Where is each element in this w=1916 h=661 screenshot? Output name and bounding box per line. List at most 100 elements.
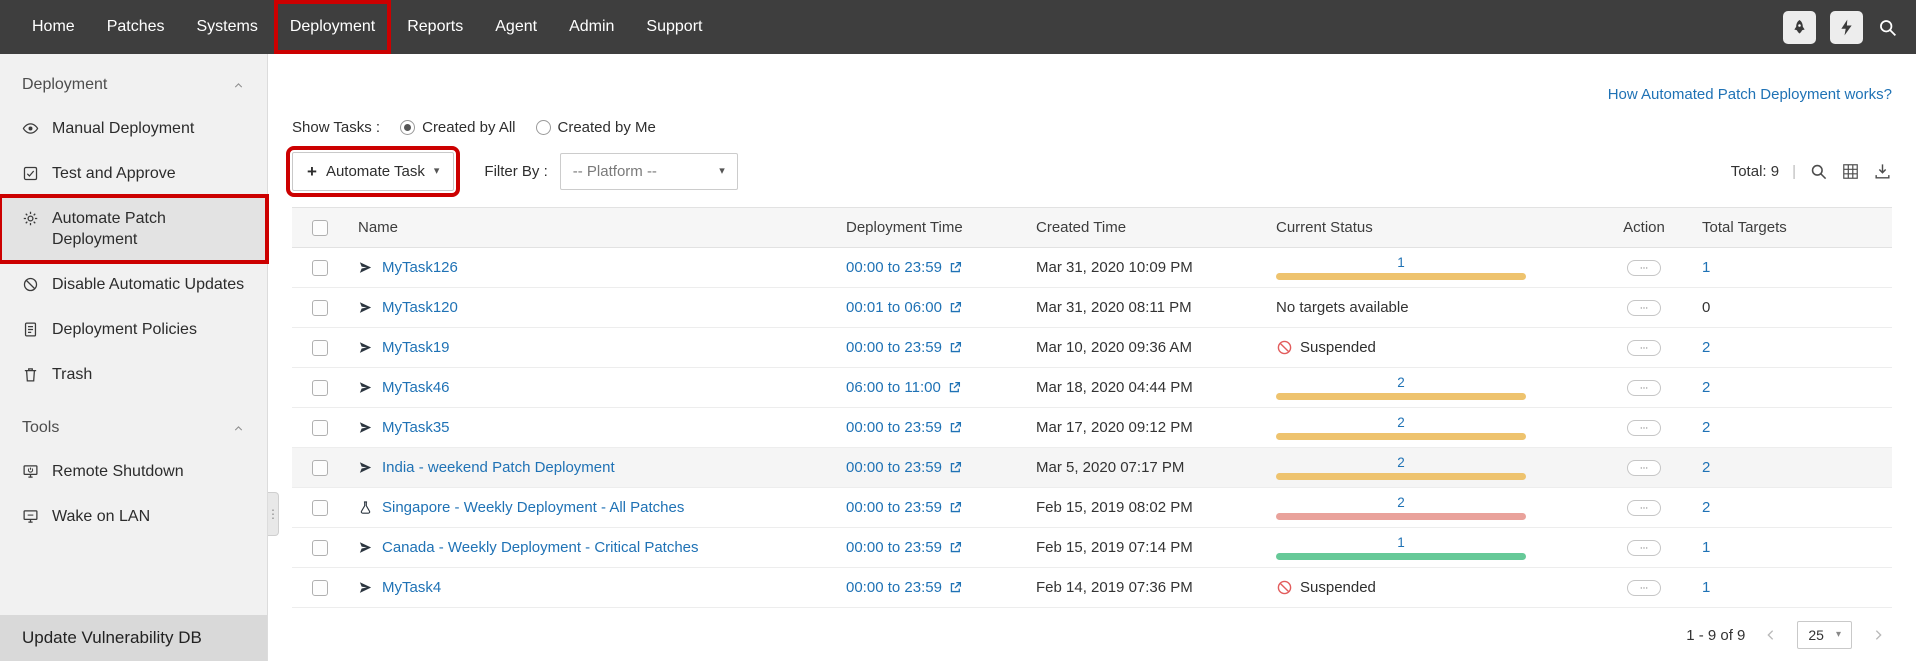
column-header-current-status[interactable]: Current Status xyxy=(1268,219,1604,236)
row-checkbox[interactable] xyxy=(312,380,328,396)
row-checkbox[interactable] xyxy=(312,260,328,276)
row-actions-button[interactable] xyxy=(1627,260,1661,276)
row-checkbox[interactable] xyxy=(312,580,328,596)
sidebar-item-wake-on-lan[interactable]: Wake on LAN xyxy=(0,494,267,539)
status-progress-bar[interactable] xyxy=(1276,433,1526,440)
nav-item-agent[interactable]: Agent xyxy=(479,0,553,54)
nav-item-support[interactable]: Support xyxy=(630,0,718,54)
row-actions-button[interactable] xyxy=(1627,460,1661,476)
row-actions-button[interactable] xyxy=(1627,300,1661,316)
row-checkbox[interactable] xyxy=(312,540,328,556)
sidebar-item-trash[interactable]: Trash xyxy=(0,352,267,397)
total-targets-link[interactable]: 2 xyxy=(1702,499,1710,516)
row-checkbox[interactable] xyxy=(312,420,328,436)
total-targets-link[interactable]: 2 xyxy=(1702,339,1710,356)
deployment-time-link[interactable]: 00:00 to 23:59 xyxy=(846,499,942,516)
flash-button[interactable] xyxy=(1830,11,1863,44)
current-status-cell: 2 xyxy=(1268,375,1604,400)
task-name-link[interactable]: MyTask4 xyxy=(382,579,441,596)
row-actions-button[interactable] xyxy=(1627,580,1661,596)
task-name-link[interactable]: MyTask46 xyxy=(382,379,450,396)
row-checkbox[interactable] xyxy=(312,500,328,516)
deployment-time-link[interactable]: 00:00 to 23:59 xyxy=(846,579,942,596)
sidebar-item-remote-shutdown[interactable]: Remote Shutdown xyxy=(0,449,267,494)
total-targets-link[interactable]: 2 xyxy=(1702,379,1710,396)
column-header-name[interactable]: Name xyxy=(348,219,838,236)
sidebar-section-header-tools[interactable]: Tools xyxy=(0,397,267,449)
task-name-link[interactable]: MyTask35 xyxy=(382,419,450,436)
search-button[interactable] xyxy=(1809,162,1828,181)
deployment-time-link[interactable]: 00:00 to 23:59 xyxy=(846,539,942,556)
status-progress-bar[interactable] xyxy=(1276,393,1526,400)
task-name-link[interactable]: Canada - Weekly Deployment - Critical Pa… xyxy=(382,539,699,556)
deployment-time-link[interactable]: 06:00 to 11:00 xyxy=(846,379,941,396)
total-targets-link[interactable]: 2 xyxy=(1702,419,1710,436)
status-progress-bar[interactable] xyxy=(1276,473,1526,480)
deployment-time-link[interactable]: 00:00 to 23:59 xyxy=(846,419,942,436)
total-targets-cell: 1 xyxy=(1684,539,1892,556)
row-actions-button[interactable] xyxy=(1627,420,1661,436)
nav-item-home[interactable]: Home xyxy=(16,0,91,54)
status-count-link[interactable]: 2 xyxy=(1276,375,1526,390)
task-name-link[interactable]: MyTask120 xyxy=(382,299,458,316)
nav-item-admin[interactable]: Admin xyxy=(553,0,630,54)
task-name-link[interactable]: MyTask126 xyxy=(382,259,458,276)
sidebar-item-test-and-approve[interactable]: Test and Approve xyxy=(0,151,267,196)
export-button[interactable] xyxy=(1873,162,1892,181)
row-actions-button[interactable] xyxy=(1627,380,1661,396)
row-checkbox[interactable] xyxy=(312,340,328,356)
rocket-button[interactable] xyxy=(1783,11,1816,44)
sidebar-item-deployment-policies[interactable]: Deployment Policies xyxy=(0,307,267,352)
status-progress-bar[interactable] xyxy=(1276,513,1526,520)
status-count-link[interactable]: 2 xyxy=(1276,495,1526,510)
nav-item-systems[interactable]: Systems xyxy=(181,0,274,54)
radio-created-by-all[interactable]: Created by All xyxy=(400,119,515,136)
total-targets-link[interactable]: 2 xyxy=(1702,459,1710,476)
deployment-time-link[interactable]: 00:00 to 23:59 xyxy=(846,259,942,276)
task-name-link[interactable]: MyTask19 xyxy=(382,339,450,356)
total-targets-link[interactable]: 1 xyxy=(1702,259,1710,276)
deployment-time-link[interactable]: 00:00 to 23:59 xyxy=(846,339,942,356)
nav-item-patches[interactable]: Patches xyxy=(91,0,181,54)
sidebar-section-header-deployment[interactable]: Deployment xyxy=(0,54,267,106)
column-header-deployment-time[interactable]: Deployment Time xyxy=(838,219,1028,236)
nav-item-reports[interactable]: Reports xyxy=(391,0,479,54)
sidebar-collapse-handle[interactable]: ⋮ xyxy=(268,492,279,536)
sidebar-item-manual-deployment[interactable]: Manual Deployment xyxy=(0,106,267,151)
sidebar-item-automate-patch-deployment[interactable]: Automate Patch Deployment xyxy=(0,196,267,262)
nav-item-deployment[interactable]: Deployment xyxy=(274,0,391,54)
previous-page-button[interactable] xyxy=(1763,627,1779,643)
search-button[interactable] xyxy=(1877,17,1898,38)
automate-task-button[interactable]: + Automate Task ▾ xyxy=(292,152,454,191)
grid-button[interactable] xyxy=(1841,162,1860,181)
status-progress-bar[interactable] xyxy=(1276,553,1526,560)
sidebar-item-disable-automatic-updates[interactable]: Disable Automatic Updates xyxy=(0,262,267,307)
row-actions-button[interactable] xyxy=(1627,540,1661,556)
status-progress-bar[interactable] xyxy=(1276,273,1526,280)
row-checkbox[interactable] xyxy=(312,460,328,476)
update-vulnerability-db-button[interactable]: Update Vulnerability DB xyxy=(0,615,267,661)
total-targets-link[interactable]: 1 xyxy=(1702,539,1710,556)
external-link-icon xyxy=(949,301,962,314)
row-checkbox[interactable] xyxy=(312,300,328,316)
page-size-select[interactable]: 25 ▾ xyxy=(1797,621,1852,649)
next-page-button[interactable] xyxy=(1870,627,1886,643)
total-targets-link[interactable]: 1 xyxy=(1702,579,1710,596)
radio-created-by-me[interactable]: Created by Me xyxy=(536,119,656,136)
column-header-total-targets[interactable]: Total Targets xyxy=(1684,219,1892,236)
select-all-checkbox[interactable] xyxy=(312,220,328,236)
status-count-link[interactable]: 2 xyxy=(1276,455,1526,470)
column-header-created-time[interactable]: Created Time xyxy=(1028,219,1268,236)
help-link[interactable]: How Automated Patch Deployment works? xyxy=(1608,86,1892,103)
deployment-time-link[interactable]: 00:01 to 06:00 xyxy=(846,299,942,316)
status-count-link[interactable]: 1 xyxy=(1276,535,1526,550)
row-actions-button[interactable] xyxy=(1627,340,1661,356)
task-name-link[interactable]: India - weekend Patch Deployment xyxy=(382,459,615,476)
deployment-time-cell: 00:00 to 23:59 xyxy=(838,259,1028,276)
status-count-link[interactable]: 1 xyxy=(1276,255,1526,270)
row-actions-button[interactable] xyxy=(1627,500,1661,516)
task-name-link[interactable]: Singapore - Weekly Deployment - All Patc… xyxy=(382,499,684,516)
platform-filter-dropdown[interactable]: -- Platform -- ▾ xyxy=(560,153,738,190)
status-count-link[interactable]: 2 xyxy=(1276,415,1526,430)
deployment-time-link[interactable]: 00:00 to 23:59 xyxy=(846,459,942,476)
